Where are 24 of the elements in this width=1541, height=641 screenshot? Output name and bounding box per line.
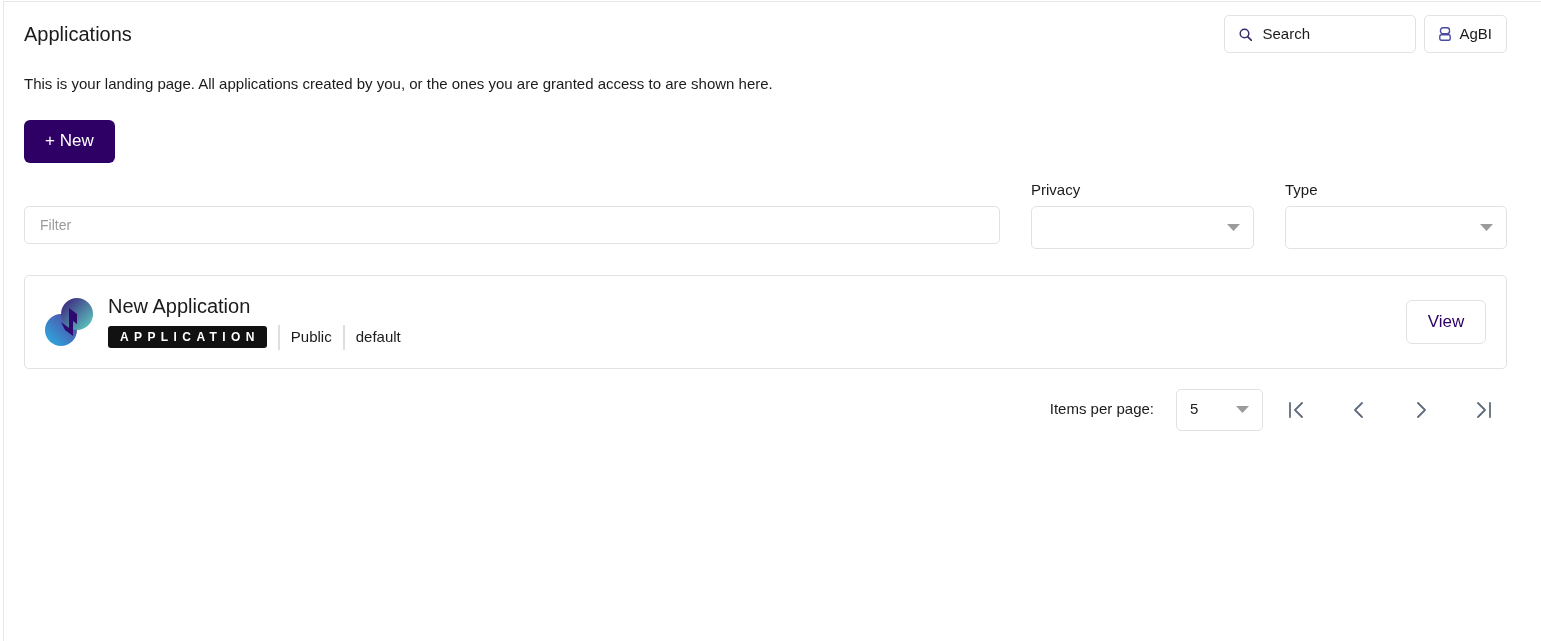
- app-logo-icon: [45, 297, 93, 346]
- dropdown-label: Type: [1285, 179, 1319, 200]
- filter-field[interactable]: Filter: [24, 205, 1000, 244]
- user-button[interactable]: AgBI: [1424, 15, 1507, 53]
- first-page-icon: [1288, 401, 1306, 418]
- dropdown-label: Privacy: [1031, 179, 1082, 200]
- privacy-text: Public: [290, 326, 332, 347]
- items-per-page-label: Items per page:: [1049, 399, 1154, 420]
- caret-icon: [1480, 223, 1493, 231]
- new-button[interactable]: + New: [24, 119, 115, 163]
- type-badge: APPLICATION: [108, 326, 267, 348]
- user-icon: [1439, 27, 1452, 41]
- search-icon: [1239, 27, 1253, 41]
- view-button[interactable]: View: [1406, 299, 1486, 344]
- application-name: New Application: [108, 293, 252, 318]
- page-size-value: 5: [1190, 399, 1199, 420]
- last-page-icon: [1474, 401, 1492, 418]
- page-title: Applications: [24, 22, 132, 46]
- page-size-dropdown[interactable]: 5: [1176, 388, 1263, 431]
- caret-icon: [1236, 406, 1249, 413]
- tag-text: default: [355, 326, 401, 347]
- page-description: This is your landing page. All applications created by you, or the ones you are granted access to are shown here.: [24, 74, 774, 94]
- caret-icon: [1227, 223, 1240, 231]
- search-button[interactable]: Search: [1224, 15, 1417, 53]
